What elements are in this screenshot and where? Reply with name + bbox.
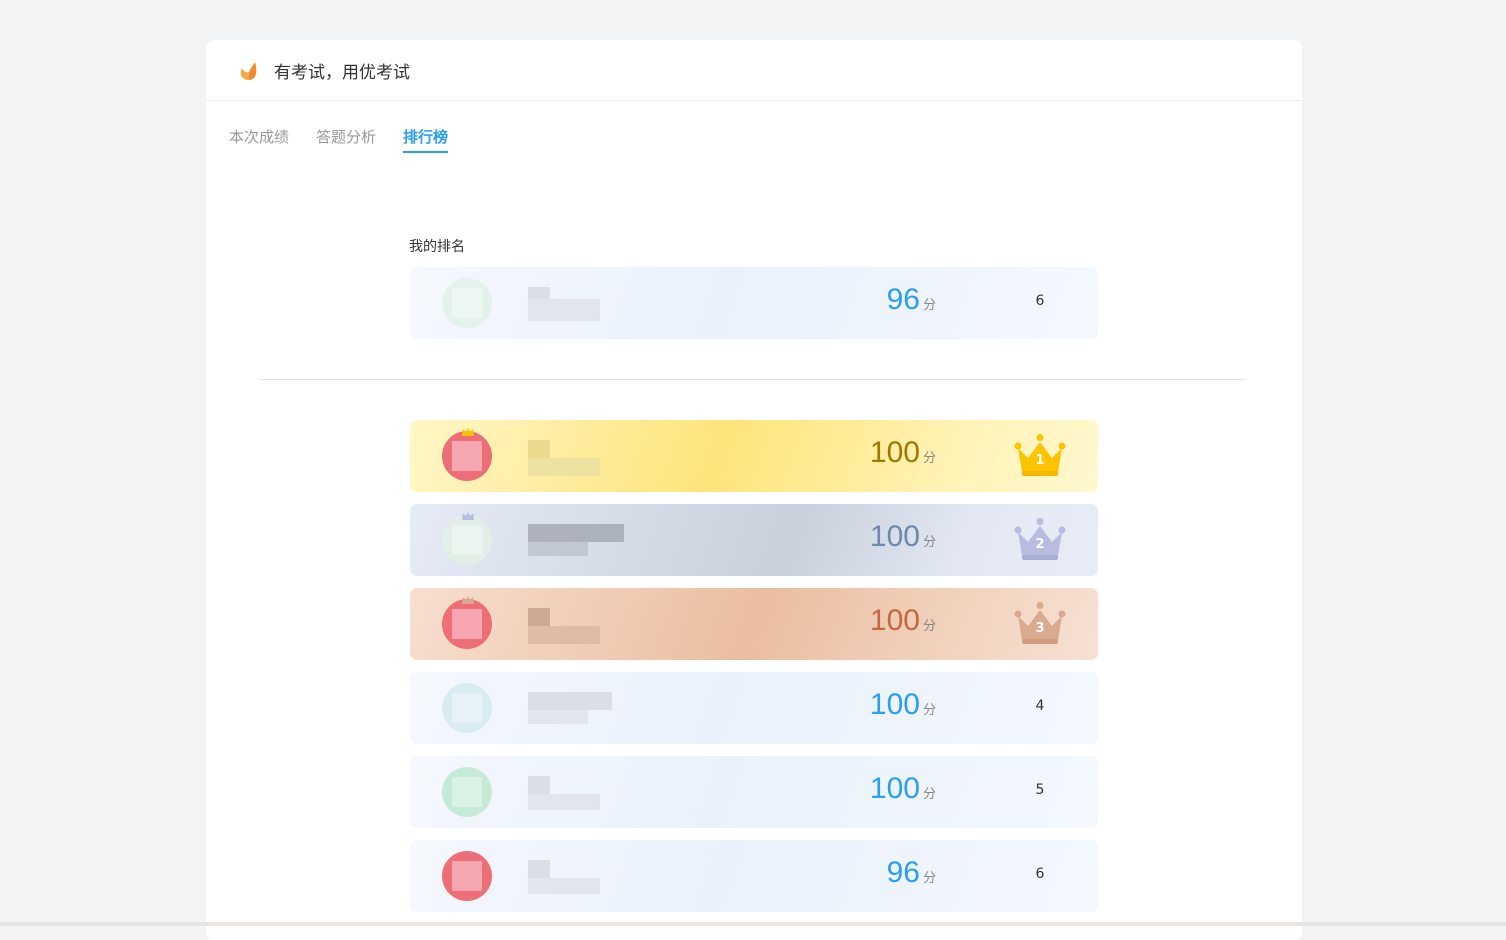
rank-number: 6: [1035, 866, 1045, 882]
avatar: [442, 851, 492, 901]
my-rank-row: 96 分 6: [410, 267, 1098, 339]
score: 100 分: [869, 520, 936, 553]
leaderboard-row: 96 分 6: [410, 840, 1098, 912]
mini-crown-icon: [462, 428, 474, 436]
name-blurred: [528, 776, 600, 812]
score: 96 分: [886, 856, 936, 889]
avatar: [442, 428, 492, 481]
avatar: [442, 278, 492, 328]
score: 100 分: [869, 772, 936, 805]
leaderboard-row: 100 分 1: [410, 420, 1098, 492]
app-title: 有考试，用优考试: [274, 62, 410, 83]
score: 100 分: [869, 436, 936, 469]
avatar: [442, 512, 492, 565]
rank-number: 2: [1035, 537, 1045, 552]
name-blurred: [528, 440, 600, 476]
leaderboard-row: 100 分 3: [410, 588, 1098, 660]
rank-number: 3: [1035, 621, 1045, 636]
name-blurred: [528, 860, 600, 896]
tab-bar: 本次成绩 答题分析 排行榜: [229, 126, 449, 153]
score: 100 分: [869, 688, 936, 721]
leaderboard-row: 100 分 2: [410, 504, 1098, 576]
score: 100 分: [869, 604, 936, 637]
avatar: [442, 767, 492, 817]
main-card: 有考试，用优考试 本次成绩 答题分析 排行榜 我的排名 96分 6 100分: [206, 40, 1302, 940]
logo-icon: [240, 62, 257, 80]
tab-answer-analysis[interactable]: 答题分析: [316, 126, 376, 153]
score: 96 分: [886, 283, 936, 316]
name-blurred: [528, 608, 600, 644]
rank-number: 1: [1035, 453, 1045, 468]
rank-number: 5: [1035, 782, 1045, 798]
name-blurred: [528, 524, 624, 560]
header: 有考试，用优考试: [206, 40, 1302, 101]
avatar: [442, 683, 492, 733]
bottom-strip: [0, 922, 1506, 926]
mini-crown-icon: [462, 512, 474, 520]
rank-number: 6: [1035, 293, 1045, 309]
name-blurred: [528, 287, 600, 323]
name-blurred: [528, 692, 612, 728]
divider: [260, 379, 1246, 380]
avatar: [442, 596, 492, 649]
rank-number: 4: [1035, 698, 1045, 714]
leaderboard-row: 100 分 4: [410, 672, 1098, 744]
my-rank-label: 我的排名: [409, 239, 465, 255]
leaderboard-row: 100 分 5: [410, 756, 1098, 828]
mini-crown-icon: [462, 596, 474, 604]
tab-current-score[interactable]: 本次成绩: [229, 126, 289, 153]
tab-leaderboard[interactable]: 排行榜: [403, 126, 449, 153]
